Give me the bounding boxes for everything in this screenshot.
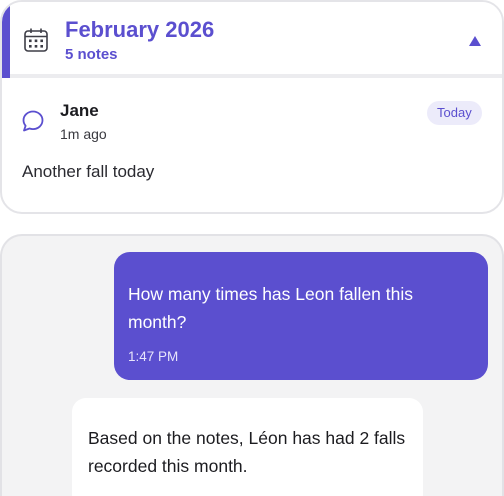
today-badge: Today bbox=[427, 101, 482, 125]
note-item[interactable]: Jane 1m ago Today Another fall today bbox=[2, 82, 502, 212]
chat-panel: How many times has Leon fallen this mont… bbox=[0, 234, 504, 496]
assistant-message-text: Based on the notes, Léon has had 2 falls… bbox=[88, 428, 406, 476]
month-title: February 2026 bbox=[65, 17, 215, 42]
month-group-header[interactable]: February 2026 5 notes bbox=[2, 2, 502, 78]
user-message-time: 1:47 PM bbox=[128, 349, 179, 364]
user-message-text: How many times has Leon fallen this mont… bbox=[128, 284, 413, 332]
notes-count: 5 notes bbox=[65, 46, 118, 63]
chevron-up-icon[interactable] bbox=[468, 34, 482, 46]
user-message-bubble: How many times has Leon fallen this mont… bbox=[114, 252, 488, 380]
assistant-message-bubble: Based on the notes, Léon has had 2 falls… bbox=[72, 398, 423, 496]
chat-bubble-icon bbox=[21, 109, 45, 133]
notes-card: February 2026 5 notes Jane 1m ago Today … bbox=[0, 0, 504, 214]
note-timestamp: 1m ago bbox=[60, 126, 107, 142]
calendar-icon bbox=[23, 27, 49, 53]
note-text: Another fall today bbox=[22, 162, 155, 181]
note-author: Jane bbox=[60, 101, 99, 120]
accent-bar bbox=[2, 2, 10, 78]
